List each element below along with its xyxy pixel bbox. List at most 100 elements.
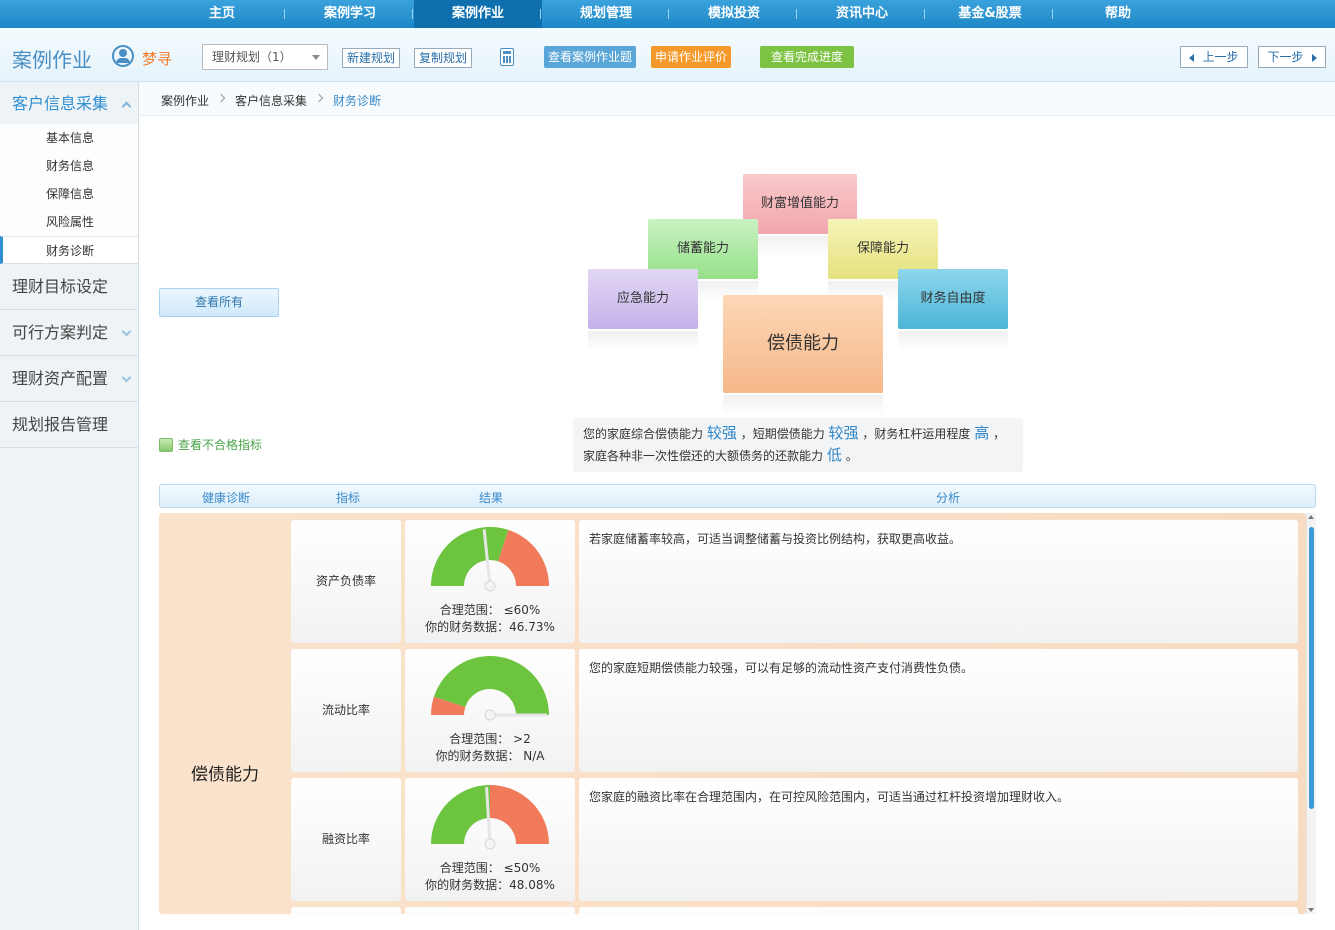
summary-text: 您的家庭综合偿债能力 bbox=[583, 427, 704, 441]
ability-label: 应急能力 bbox=[616, 291, 669, 306]
plan-select[interactable]: 理财规划（1） bbox=[202, 44, 328, 70]
nav-separator bbox=[1052, 9, 1053, 19]
box-reflection bbox=[898, 331, 1008, 351]
scroll-down-arrow-icon[interactable] bbox=[1308, 908, 1314, 912]
column-header-analysis: 分析 bbox=[936, 491, 961, 505]
metric-cell: 融资比率 bbox=[291, 778, 401, 901]
column-header-metric: 指标 bbox=[336, 491, 361, 505]
column-header-health: 健康诊断 bbox=[202, 491, 251, 505]
main-content: 案例作业 客户信息采集 财务诊断 查看所有 财富增值能力 储蓄能力 保障能力 应… bbox=[139, 82, 1335, 930]
summary-value: 低 bbox=[826, 446, 842, 464]
nav-plan-management[interactable]: 规划管理 bbox=[542, 0, 670, 28]
ability-emergency[interactable]: 应急能力 bbox=[588, 269, 698, 351]
failed-link-label: 查看不合格指标 bbox=[178, 438, 263, 452]
breadcrumb-case-homework[interactable]: 案例作业 bbox=[161, 92, 209, 109]
gauge-good-zone bbox=[431, 527, 509, 586]
nav-separator bbox=[412, 9, 413, 19]
scrollbar-thumb[interactable] bbox=[1309, 527, 1314, 809]
view-progress-button[interactable]: 查看完成进度 bbox=[760, 46, 854, 68]
ability-label: 财富增值能力 bbox=[760, 196, 839, 211]
nav-separator bbox=[924, 9, 925, 19]
prev-step-label: 上一步 bbox=[1202, 50, 1239, 64]
ability-financial-freedom[interactable]: 财务自由度 bbox=[898, 269, 1008, 351]
metric-cell: 资产负债率 bbox=[291, 520, 401, 643]
apply-review-button[interactable]: 申请作业评价 bbox=[651, 46, 731, 68]
top-nav: 主页 案例学习 案例作业 规划管理 模拟投资 资讯中心 基金&股票 帮助 bbox=[0, 0, 1335, 28]
nav-news-center[interactable]: 资讯中心 bbox=[798, 0, 926, 28]
nav-case-study[interactable]: 案例学习 bbox=[286, 0, 414, 28]
chevron-down-icon bbox=[312, 55, 320, 60]
next-step-label: 下一步 bbox=[1267, 50, 1304, 64]
result-cell: 合理范围： ≤60% 你的财务数据：46.73% bbox=[405, 520, 575, 643]
nav-separator bbox=[284, 9, 285, 19]
analysis-cell: 若家庭储蓄率较高，可适当调整储蓄与投资比例结构，获取更高收益。 bbox=[579, 520, 1298, 643]
nav-case-homework[interactable]: 案例作业 bbox=[414, 0, 542, 28]
copy-plan-button[interactable]: 复制规划 bbox=[414, 48, 473, 68]
chevron-right-icon bbox=[314, 93, 324, 103]
sidebar-group-label: 规划报告管理 bbox=[12, 415, 109, 434]
table-header: 健康诊断 指标 结果 分析 bbox=[159, 484, 1316, 508]
sidebar-group-label: 客户信息采集 bbox=[12, 94, 109, 113]
nav-home[interactable]: 主页 bbox=[158, 0, 286, 28]
breadcrumb-financial-diagnosis: 财务诊断 bbox=[333, 94, 382, 108]
next-step-button[interactable]: 下一步 bbox=[1258, 46, 1326, 68]
breadcrumb-client-info[interactable]: 客户信息采集 bbox=[235, 92, 307, 109]
user-name[interactable]: 梦寻 bbox=[142, 48, 172, 69]
view-failed-indicators-link[interactable]: 查看不合格指标 bbox=[159, 437, 262, 453]
analysis-cell bbox=[579, 907, 1298, 914]
ability-label: 财务自由度 bbox=[920, 291, 986, 306]
view-questions-button[interactable]: 查看案例作业题 bbox=[544, 46, 636, 68]
sidebar-group-feasibility[interactable]: 可行方案判定 bbox=[0, 310, 138, 356]
new-plan-button[interactable]: 新建规划 bbox=[342, 48, 401, 68]
breadcrumb: 案例作业 客户信息采集 财务诊断 bbox=[139, 82, 1335, 116]
sidebar-group-goal-setting[interactable]: 理财目标设定 bbox=[0, 264, 138, 310]
nav-simulated-investment[interactable]: 模拟投资 bbox=[670, 0, 798, 28]
sidebar-group-report-management[interactable]: 规划报告管理 bbox=[0, 402, 138, 448]
view-all-button[interactable]: 查看所有 bbox=[159, 288, 279, 317]
ability-solvency[interactable]: 偿债能力 bbox=[723, 295, 883, 415]
financial-data-value: 你的财务数据： N/A bbox=[435, 749, 545, 763]
gauge-chart bbox=[431, 785, 549, 850]
nav-separator bbox=[540, 9, 541, 19]
indicator-icon bbox=[159, 438, 173, 452]
chevron-up-icon bbox=[121, 101, 132, 112]
user-icon[interactable] bbox=[112, 45, 134, 67]
ability-label: 偿债能力 bbox=[767, 333, 839, 354]
plan-select-value: 理财规划（1） bbox=[212, 50, 292, 64]
ability-label: 保障能力 bbox=[856, 241, 909, 256]
sidebar-group-label: 可行方案判定 bbox=[12, 323, 109, 342]
calculator-icon[interactable] bbox=[500, 48, 514, 66]
nav-separator bbox=[668, 9, 669, 19]
sidebar-group-label: 理财资产配置 bbox=[12, 369, 109, 388]
chevron-down-icon bbox=[121, 326, 132, 337]
diagnosis-summary: 您的家庭综合偿债能力 较强 ，短期偿债能力 较强 ，财务杠杆运用程度 高 ，家庭… bbox=[573, 418, 1023, 472]
toolbar: 案例作业 梦寻 理财规划（1） 新建规划 复制规划 查看案例作业题 申请作业评价… bbox=[0, 28, 1335, 82]
sidebar-group-asset-allocation[interactable]: 理财资产配置 bbox=[0, 356, 138, 402]
gauge-chart bbox=[431, 527, 549, 592]
sidebar-group-client-info[interactable]: 客户信息采集 bbox=[0, 82, 138, 124]
sidebar-item-financial-diagnosis[interactable]: 财务诊断 bbox=[0, 236, 138, 264]
column-header-result: 结果 bbox=[479, 491, 504, 505]
scroll-up-arrow-icon[interactable] bbox=[1308, 515, 1314, 519]
sidebar-item-basic-info[interactable]: 基本信息 bbox=[0, 124, 138, 152]
box-reflection bbox=[723, 395, 883, 415]
nav-funds-stocks[interactable]: 基金&股票 bbox=[926, 0, 1054, 28]
module-title: 案例作业 bbox=[12, 48, 92, 72]
summary-value: 高 bbox=[974, 424, 990, 442]
chevron-right-icon bbox=[216, 93, 226, 103]
gauge-hub bbox=[484, 838, 496, 850]
gauge-bad-zone bbox=[498, 529, 549, 586]
reasonable-range: 合理范围： ≤60% bbox=[439, 603, 541, 617]
gauge-chart bbox=[431, 656, 549, 721]
sidebar-item-risk-profile[interactable]: 风险属性 bbox=[0, 208, 138, 236]
table-scrollbar[interactable] bbox=[1306, 513, 1316, 914]
financial-data-value: 你的财务数据：46.73% bbox=[425, 620, 555, 634]
prev-step-button[interactable]: 上一步 bbox=[1180, 46, 1248, 68]
metric-cell: 流动比率 bbox=[291, 649, 401, 772]
nav-help[interactable]: 帮助 bbox=[1054, 0, 1182, 28]
gauge-bad-zone bbox=[490, 785, 549, 844]
sidebar-item-financial-info[interactable]: 财务信息 bbox=[0, 152, 138, 180]
result-cell: 合理范围： >2 你的财务数据： N/A bbox=[405, 649, 575, 772]
gauge-hub bbox=[484, 709, 496, 721]
sidebar-item-protection-info[interactable]: 保障信息 bbox=[0, 180, 138, 208]
